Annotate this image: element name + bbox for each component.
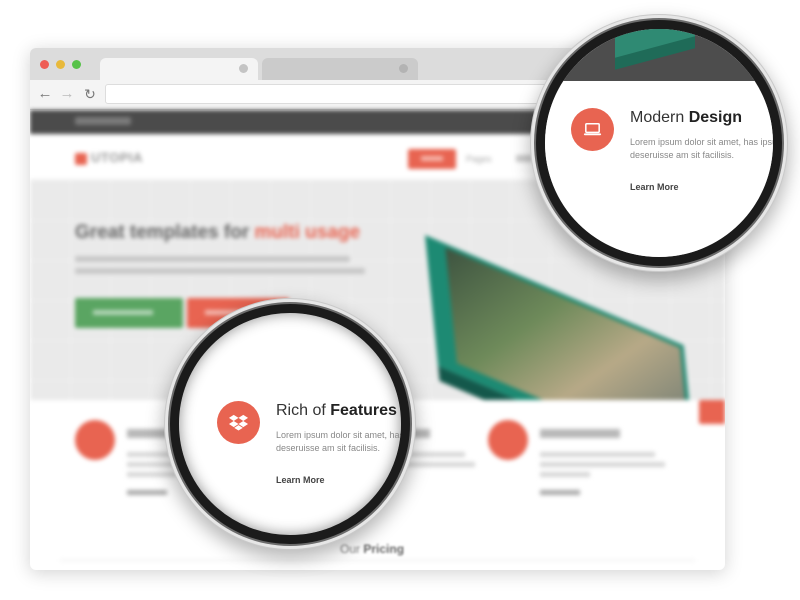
hero-title: Great templates for multi usage <box>75 222 360 244</box>
magnifier-modern-design: Modern Design Lorem ipsum dolor sit amet… <box>536 20 782 266</box>
feature-title: Modern Design <box>630 109 742 127</box>
pricing-heading-bold: Pricing <box>363 542 405 556</box>
maximize-window-button[interactable] <box>72 60 81 69</box>
hero-title-accent: multi usage <box>254 222 361 243</box>
tab-close-icon[interactable] <box>239 64 248 73</box>
pricing-heading: Our Pricing <box>340 542 404 556</box>
magnifier-rich-of-features: Rich of Features Lorem ipsum dolor sit a… <box>170 304 410 544</box>
nav-item-more[interactable] <box>516 155 532 162</box>
browser-tab-inactive[interactable] <box>262 58 418 80</box>
learn-more-link[interactable]: Learn More <box>276 475 325 485</box>
hero-subtitle-line <box>75 256 350 262</box>
feature-learn-more-link[interactable] <box>127 490 167 495</box>
feature-description: Lorem ipsum dolor sit amet, has ipsum sc… <box>630 137 778 160</box>
minimize-window-button[interactable] <box>56 60 65 69</box>
learn-more-link[interactable]: Learn More <box>630 182 679 192</box>
tab-close-icon[interactable] <box>399 64 408 73</box>
laptop-icon <box>571 108 614 151</box>
section-divider <box>60 560 695 561</box>
hero-primary-button[interactable] <box>75 298 183 328</box>
nav-item-home[interactable] <box>408 149 456 169</box>
forward-arrow-icon[interactable]: → <box>58 85 76 103</box>
feature-icon <box>75 420 115 460</box>
feature-learn-more-link[interactable] <box>540 490 580 495</box>
feature-title: Rich of Features <box>276 402 397 420</box>
hero-title-plain: Great templates for <box>75 222 250 243</box>
close-window-button[interactable] <box>40 60 49 69</box>
feature-title-bold: Features <box>330 402 397 419</box>
side-tab-button[interactable] <box>699 400 725 424</box>
top-bar-text <box>75 117 131 125</box>
logo-icon <box>75 153 87 165</box>
feature-title <box>540 429 620 438</box>
reload-icon[interactable]: ↻ <box>81 85 99 103</box>
dropbox-icon <box>217 401 260 444</box>
nav-item-pages[interactable]: Pages <box>466 154 492 164</box>
browser-tab-active[interactable] <box>100 58 258 80</box>
feature-description: Lorem ipsum dolor sit amet, has ipsum sc… <box>276 430 409 453</box>
feature-icon <box>488 420 528 460</box>
hero-subtitle-line <box>75 268 365 274</box>
feature-title-light: Rich of <box>276 402 326 419</box>
pricing-heading-plain: Our <box>340 542 361 556</box>
feature-title-bold: Design <box>688 109 743 126</box>
back-arrow-icon[interactable]: ← <box>36 85 54 103</box>
feature-title-light: Modern <box>630 109 685 126</box>
site-logo[interactable]: UTOPIA <box>91 150 143 165</box>
